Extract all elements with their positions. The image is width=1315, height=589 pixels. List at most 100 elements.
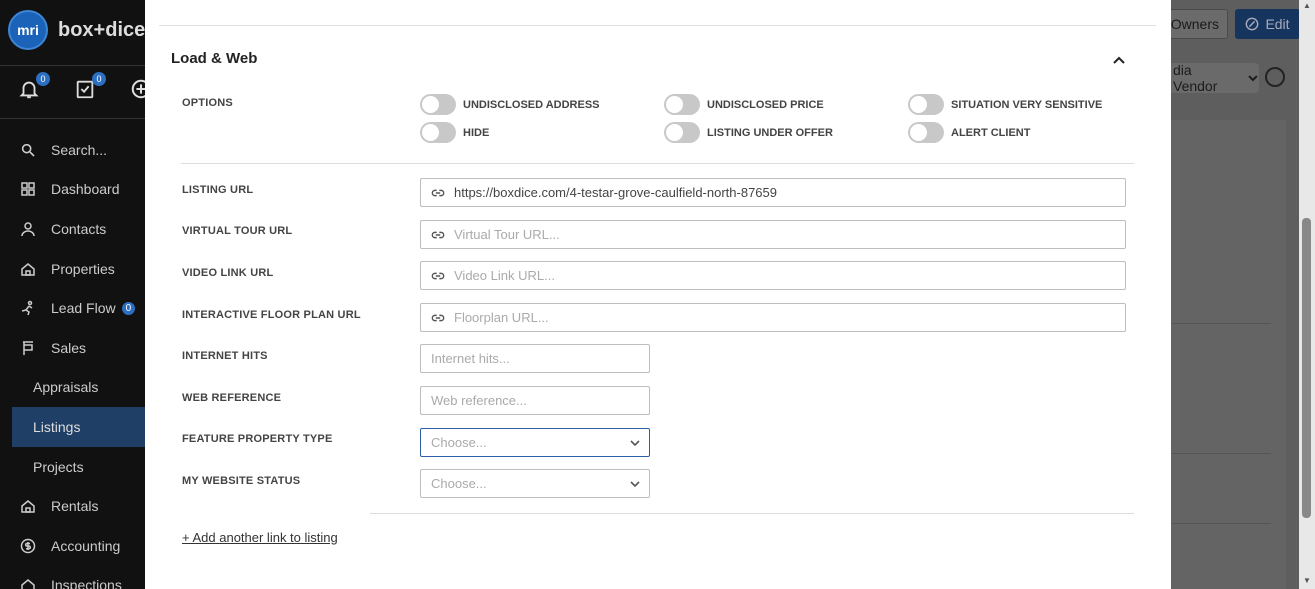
web-reference-input[interactable]: Web reference... [420, 386, 650, 415]
home-icon [20, 577, 36, 589]
toggle-switch[interactable] [420, 94, 456, 115]
divider [159, 25, 1156, 26]
sidebar-item-label: Appraisals [33, 379, 99, 396]
floor-plan-url-label: INTERACTIVE FLOOR PLAN URL [182, 309, 361, 321]
toggle-situation-very-sensitive[interactable]: SITUATION VERY SENSITIVE [908, 94, 1102, 115]
edit-button-label: Edit [1265, 16, 1290, 32]
brand-logo[interactable]: mri box+dice [8, 10, 145, 50]
top-icon-bar: 0 0 [18, 72, 152, 100]
toggle-label: HIDE [463, 126, 490, 139]
video-link-url-input[interactable]: Video Link URL... [420, 261, 1126, 290]
video-link-url-label: VIDEO LINK URL [182, 267, 274, 279]
edit-button[interactable]: Edit [1235, 9, 1300, 39]
toggle-hide[interactable]: HIDE [420, 122, 489, 143]
toggle-undisclosed-address[interactable]: UNDISCLOSED ADDRESS [420, 94, 600, 115]
sidebar-item-sales[interactable]: Sales [0, 328, 145, 368]
link-icon [431, 268, 447, 284]
scroll-up-arrow-icon[interactable]: ▲ [1302, 2, 1312, 10]
sidebar-search-label: Search... [51, 141, 108, 158]
web-reference-label: WEB REFERENCE [182, 392, 282, 404]
chevron-down-icon [630, 480, 640, 487]
sidebar-item-dashboard[interactable]: Dashboard [0, 170, 145, 210]
chevron-up-icon[interactable] [1111, 52, 1127, 68]
search-icon [20, 142, 36, 158]
options-label: OPTIONS [182, 97, 233, 109]
toggle-label: LISTING UNDER OFFER [707, 126, 833, 139]
divider [1171, 453, 1271, 454]
toggle-switch[interactable] [908, 122, 944, 143]
sidebar-item-properties[interactable]: Properties [0, 249, 145, 289]
my-website-status-select[interactable]: Choose... [420, 469, 650, 498]
toggle-listing-under-offer[interactable]: LISTING UNDER OFFER [664, 122, 833, 143]
toggle-switch[interactable] [664, 122, 700, 143]
virtual-tour-url-input[interactable]: Virtual Tour URL... [420, 220, 1126, 249]
virtual-tour-url-label: VIRTUAL TOUR URL [182, 225, 293, 237]
divider [1171, 323, 1271, 324]
toggle-alert-client[interactable]: ALERT CLIENT [908, 122, 1030, 143]
grid-icon [20, 181, 36, 197]
chevron-down-icon [630, 439, 640, 446]
feature-property-type-placeholder: Choose... [431, 435, 487, 450]
my-website-status-label: MY WEBSITE STATUS [182, 475, 301, 487]
tasks-badge: 0 [92, 72, 106, 86]
divider [0, 118, 145, 119]
sidebar-item-listings[interactable]: Listings [12, 407, 145, 447]
home-icon [20, 498, 36, 514]
internet-hits-input[interactable]: Internet hits... [420, 344, 650, 373]
person-icon [20, 221, 36, 237]
add-another-link-button[interactable]: + Add another link to listing [182, 530, 338, 545]
internet-hits-label: INTERNET HITS [182, 350, 268, 362]
sidebar-item-lead-flow[interactable]: Lead Flow 0 [0, 288, 145, 328]
sidebar-item-contacts[interactable]: Contacts [0, 209, 145, 249]
internet-hits-placeholder: Internet hits... [431, 351, 510, 366]
notifications-badge: 0 [36, 72, 50, 86]
background-panel [1171, 120, 1286, 589]
sidebar-item-label: Contacts [51, 220, 107, 237]
listing-url-input[interactable]: https://boxdice.com/4-testar-grove-caulf… [420, 178, 1126, 207]
sidebar-item-projects[interactable]: Projects [0, 447, 145, 487]
vendor-dropdown[interactable]: dia Vendor [1171, 62, 1259, 94]
brand-name: box+dice [58, 18, 146, 41]
toggle-switch[interactable] [664, 94, 700, 115]
load-web-modal: Load & Web OPTIONS UNDISCLOSED ADDRESS U… [145, 0, 1171, 589]
toggle-label: UNDISCLOSED ADDRESS [463, 98, 600, 111]
sidebar-item-appraisals[interactable]: Appraisals [0, 368, 145, 408]
my-website-status-placeholder: Choose... [431, 476, 487, 491]
toggle-undisclosed-price[interactable]: UNDISCLOSED PRICE [664, 94, 824, 115]
sidebar-item-label: Inspections [51, 577, 122, 589]
sidebar-item-rentals[interactable]: Rentals [0, 486, 145, 526]
sidebar-item-label: Sales [51, 339, 87, 356]
toggle-label: UNDISCLOSED PRICE [707, 98, 824, 111]
sidebar-item-inspections[interactable]: Inspections [0, 566, 145, 589]
web-reference-placeholder: Web reference... [431, 393, 527, 408]
lead-flow-icon [20, 300, 36, 316]
link-icon [431, 310, 447, 326]
listing-url-label: LISTING URL [182, 184, 254, 196]
sidebar-search[interactable]: Search... [0, 130, 145, 170]
sidebar-item-label: Listings [33, 418, 81, 435]
floor-plan-url-input[interactable]: Floorplan URL... [420, 303, 1126, 332]
tasks-checklist-icon[interactable]: 0 [74, 72, 106, 100]
virtual-tour-url-placeholder: Virtual Tour URL... [454, 227, 560, 242]
more-options-icon[interactable] [1265, 67, 1285, 87]
owners-button[interactable]: Owners [1166, 9, 1228, 39]
link-icon [431, 185, 447, 201]
mri-logo: mri [8, 10, 48, 50]
toggle-switch[interactable] [420, 122, 456, 143]
add-link-highlight [174, 513, 370, 577]
vendor-dropdown-label: dia Vendor [1173, 62, 1218, 94]
toggle-switch[interactable] [908, 94, 944, 115]
floor-plan-url-placeholder: Floorplan URL... [454, 310, 549, 325]
sidebar-nav: Search... Dashboard Contacts Properties … [0, 130, 145, 589]
dollar-icon [20, 538, 36, 554]
scrollbar-thumb[interactable] [1302, 218, 1311, 518]
scroll-down-arrow-icon[interactable]: ▼ [1302, 577, 1312, 585]
toggle-label: ALERT CLIENT [951, 126, 1031, 139]
feature-property-type-select[interactable]: Choose... [420, 428, 650, 457]
sidebar-item-accounting[interactable]: Accounting [0, 526, 145, 566]
sidebar-item-label: Properties [51, 260, 115, 277]
lead-flow-badge: 0 [121, 301, 136, 315]
sales-sign-icon [20, 340, 36, 356]
notifications-bell-icon[interactable]: 0 [18, 72, 50, 100]
sidebar-item-label: Accounting [51, 537, 121, 554]
